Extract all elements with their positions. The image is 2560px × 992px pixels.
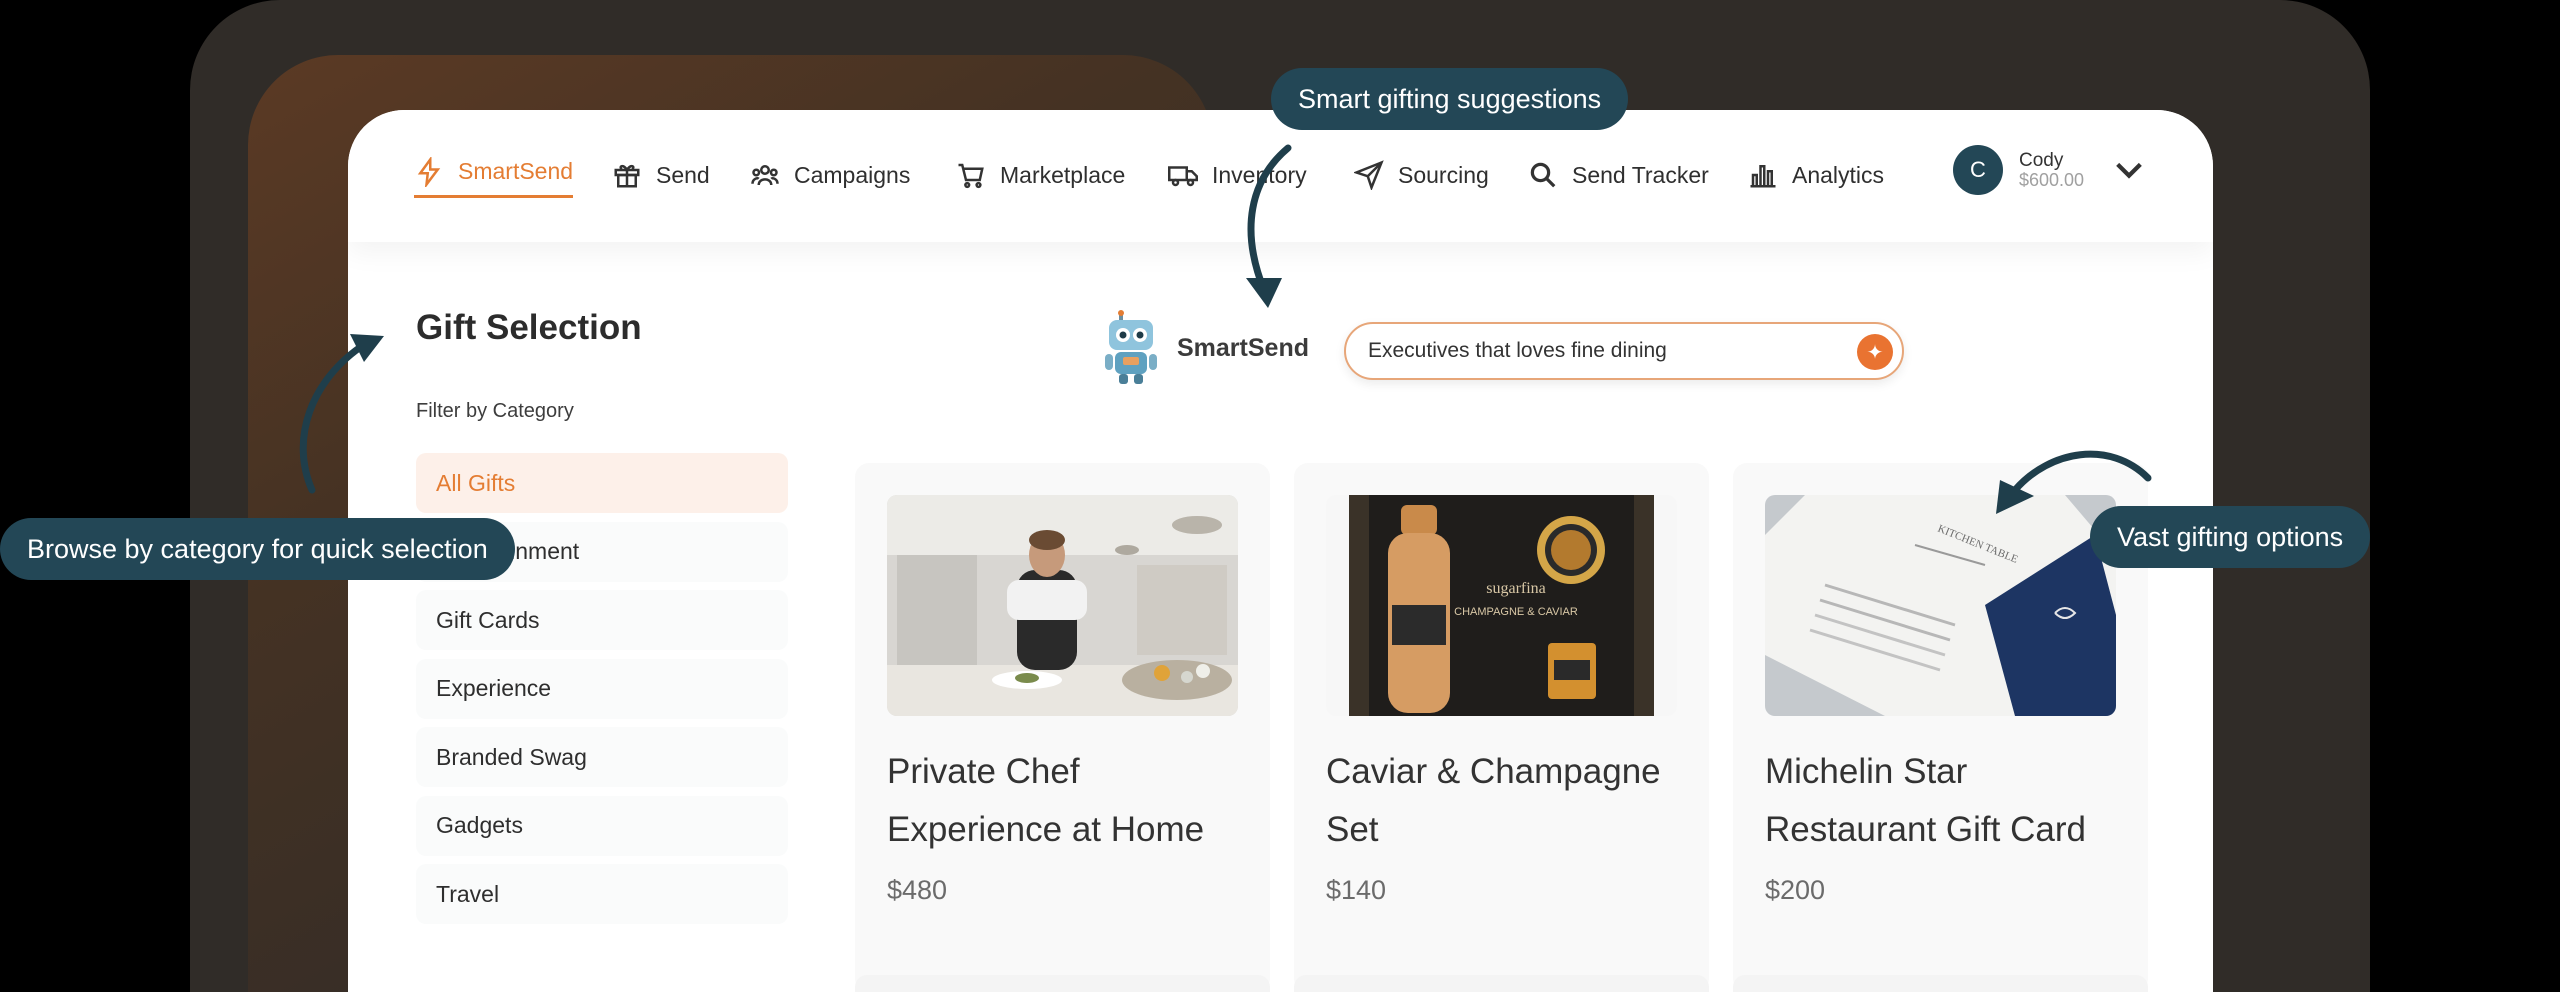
nav-label: SmartSend xyxy=(458,158,574,184)
user-info: Cody $600.00 xyxy=(2019,149,2085,190)
nav-analytics[interactable]: Analytics xyxy=(1748,155,1884,195)
category-travel[interactable]: Travel xyxy=(416,864,788,924)
curved-arrow-icon xyxy=(1996,450,2152,514)
gift-icon xyxy=(614,165,640,188)
category-gift-cards[interactable]: Gift Cards xyxy=(416,590,788,650)
next-row-card xyxy=(1733,975,2148,992)
page-title: Gift Selection xyxy=(416,308,642,347)
search-icon xyxy=(1530,162,1556,188)
nav-label: Analytics xyxy=(1792,161,1885,188)
send-icon xyxy=(1354,160,1384,190)
product-price: $480 xyxy=(887,875,948,905)
user-menu[interactable]: C Cody $600.00 xyxy=(1953,145,2146,195)
callout-browse-category: Browse by category for quick selection xyxy=(0,518,515,580)
nav-marketplace[interactable]: Marketplace xyxy=(956,155,1125,195)
category-branded-swag[interactable]: Branded Swag xyxy=(416,727,788,787)
nav-send[interactable]: Send xyxy=(612,155,710,195)
cart-icon xyxy=(958,163,984,189)
caviar-label-text: CHAMPAGNE & CAVIAR xyxy=(1454,606,1578,618)
product-card[interactable]: sugarfina CHAMPAGNE & CAVIAR Caviar & Ch… xyxy=(1294,463,1709,992)
avatar[interactable]: C xyxy=(1953,145,2003,195)
next-row-card xyxy=(1294,975,1709,992)
robot-mascot-icon xyxy=(1105,310,1157,384)
sparkle-icon: ✦ xyxy=(1866,341,1884,364)
caviar-brand-text: sugarfina xyxy=(1486,580,1546,597)
filter-label: Filter by Category xyxy=(416,400,574,422)
curved-arrow-icon xyxy=(299,334,384,494)
nav-campaigns[interactable]: Campaigns xyxy=(750,155,910,195)
sparkle-submit-button[interactable]: ✦ xyxy=(1857,334,1893,370)
truck-icon xyxy=(1168,166,1198,187)
product-title: Caviar & Champagne Set xyxy=(1326,752,1661,849)
nav-label: Marketplace xyxy=(1000,161,1126,188)
smartsend-brand-label: SmartSend xyxy=(1177,333,1309,362)
prompt-text: Executives that loves fine dining xyxy=(1368,339,1667,362)
nav-smartsend[interactable]: SmartSend xyxy=(414,152,574,198)
nav-label: Send Tracker xyxy=(1572,161,1709,188)
user-name: Cody xyxy=(2019,149,2064,171)
nav-sourcing[interactable]: Sourcing xyxy=(1354,155,1489,195)
product-price: $200 xyxy=(1765,875,1826,905)
nav-label: Send xyxy=(656,161,710,188)
curved-arrow-icon xyxy=(1246,144,1292,308)
bar-chart-icon xyxy=(1750,165,1776,188)
category-gadgets[interactable]: Gadgets xyxy=(416,795,788,856)
user-balance: $600.00 xyxy=(2019,169,2085,190)
product-card[interactable]: Private Chef Experience at Home $480 xyxy=(855,463,1270,992)
people-icon xyxy=(751,165,779,186)
category-all-gifts[interactable]: All Gifts xyxy=(416,453,788,513)
callout-smart-suggestions: Smart gifting suggestions xyxy=(1271,68,1629,130)
nav-label: Campaigns xyxy=(794,161,911,188)
lightning-icon xyxy=(417,156,441,187)
product-title: Michelin Star Restaurant Gift Card xyxy=(1765,752,2086,849)
next-row-card xyxy=(855,975,1270,992)
product-title: Private Chef Experience at Home xyxy=(887,752,1205,849)
chevron-down-icon[interactable] xyxy=(2112,153,2146,187)
category-experience[interactable]: Experience xyxy=(416,658,788,719)
product-image-chef xyxy=(887,495,1238,716)
nav-send-tracker[interactable]: Send Tracker xyxy=(1528,155,1709,195)
nav-label: Sourcing xyxy=(1398,161,1489,188)
smartsend-brand: SmartSend xyxy=(1103,310,1309,386)
product-image-caviar: sugarfina CHAMPAGNE & CAVIAR xyxy=(1326,495,1677,716)
smartsend-prompt-input[interactable]: Executives that loves fine dining ✦ xyxy=(1344,322,1904,380)
product-price: $140 xyxy=(1326,875,1387,905)
